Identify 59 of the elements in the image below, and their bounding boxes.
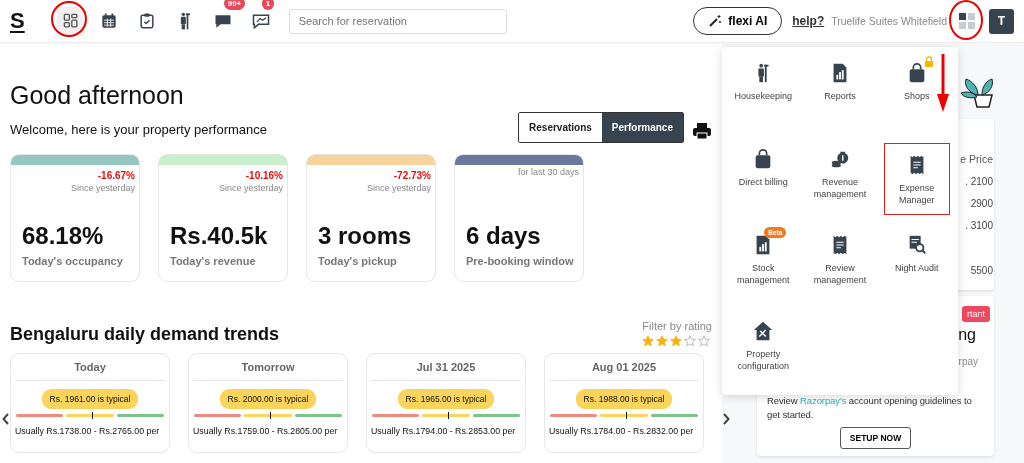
app-menu-item[interactable]: Direct billing <box>737 143 789 190</box>
day-title: Tomorrow <box>193 354 343 381</box>
property-name: Truelife Suites Whitefield <box>831 15 947 27</box>
search-field[interactable]: Search for reservation <box>288 8 507 34</box>
important-tag: rtant <box>962 306 990 322</box>
change-percentage: -72.73% <box>392 169 432 181</box>
section-heading: Bengaluru daily demand trends <box>10 324 280 345</box>
price-range: Usually Rs.1738.00 - Rs.2765.00 per <box>15 426 161 436</box>
kpi-label: Today's revenue <box>169 254 257 269</box>
price-value: . 2100 <box>965 176 993 187</box>
app-menu-item[interactable]: Property configuration <box>728 315 799 374</box>
notification-badge: 99+ <box>223 0 246 10</box>
view-toggle-tab[interactable]: Performance <box>601 113 683 142</box>
kpi-label: Pre-booking window <box>465 254 575 269</box>
day-title: Aug 01 2025 <box>549 354 699 381</box>
app-menu-item[interactable]: Review management <box>804 229 876 288</box>
day-title: Today <box>15 354 165 381</box>
kpi-label: Today's occupancy <box>21 254 124 269</box>
filter-label: Filter by rating <box>642 320 712 332</box>
guideline-text: Review Razorpay's account opening guidelines to get started. <box>767 394 973 421</box>
kpi-label: Today's pickup <box>317 254 398 269</box>
setup-now-button[interactable]: SETUP NOW <box>839 427 912 449</box>
typical-price-pill: Rs. 1961.00 is typical <box>41 389 139 409</box>
change-percentage: -16.67% <box>96 169 136 181</box>
comparison-note: Since yesterday <box>217 182 284 193</box>
price-value: 5500 <box>970 265 993 276</box>
logo[interactable]: S <box>10 8 25 34</box>
kpi-value: 68.18% <box>21 222 105 250</box>
app-menu-item[interactable]: Reports <box>823 57 857 104</box>
comparison-note: for last 30 days <box>516 166 580 177</box>
day-title: Jul 31 2025 <box>371 354 521 381</box>
price-range: Usually Rs.1784.00 - Rs.2832.00 per <box>549 426 695 436</box>
price-value: . 3100 <box>965 220 993 231</box>
app-menu-item[interactable]: Expense Manager <box>883 143 950 216</box>
user-avatar[interactable]: T <box>989 8 1014 34</box>
app-menu-item[interactable]: Night Audit <box>893 229 940 276</box>
card-subtitle: rpay <box>958 356 978 367</box>
kpi-value: 6 days <box>465 222 542 250</box>
typical-price-pill: Rs. 1988.00 is typical <box>575 389 673 409</box>
notification-badge: 1 <box>261 0 275 10</box>
comparison-note: Since yesterday <box>365 182 432 193</box>
kpi-value: 3 rooms <box>317 222 413 250</box>
price-range: Usually Rs.1759.00 - Rs.2805.00 per <box>193 426 339 436</box>
column-header: e Price <box>960 153 993 165</box>
app-menu-item[interactable]: Housekeeping <box>733 57 794 104</box>
greeting-heading: Good afternoon <box>10 81 185 110</box>
change-percentage: -10.16% <box>244 169 284 181</box>
app-menu-item[interactable]: Revenue management <box>804 143 876 202</box>
card-title: ng <box>958 326 976 344</box>
welcome-text: Welcome, here is your property performance <box>10 122 267 137</box>
flexi-ai-button[interactable]: flexi AI <box>693 7 783 35</box>
price-value: 2900 <box>970 198 993 209</box>
comparison-note: Since yesterday <box>69 182 136 193</box>
typical-price-pill: Rs. 2000.00 is typical <box>219 389 317 409</box>
price-range: Usually Rs.1794.00 - Rs.2853.00 per <box>371 426 517 436</box>
app-menu-item[interactable]: Shops <box>902 57 931 104</box>
help-link[interactable]: help? <box>792 14 825 28</box>
kpi-value: Rs.40.5k <box>169 222 269 250</box>
typical-price-pill: Rs. 1965.00 is typical <box>397 389 495 409</box>
